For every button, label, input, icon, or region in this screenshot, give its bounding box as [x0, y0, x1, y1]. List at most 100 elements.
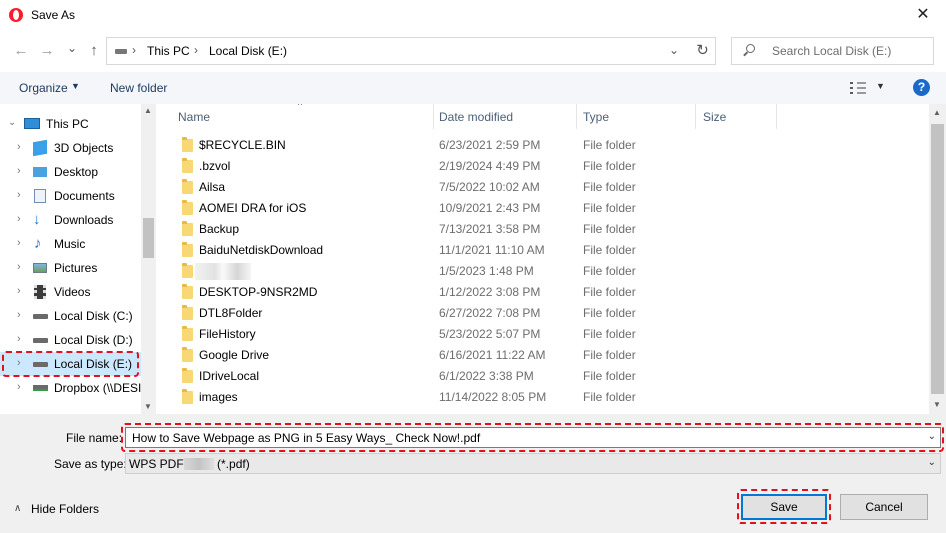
file-date-modified: 1/12/2022 3:08 PM — [439, 285, 541, 299]
file-row[interactable]: DESKTOP-9NSR2MD 1/12/2022 3:08 PM File fol… — [161, 282, 929, 303]
scroll-down-icon[interactable]: ▼ — [144, 402, 152, 411]
caret-down-icon[interactable]: ▼ — [876, 81, 885, 91]
help-icon[interactable]: ? — [913, 79, 930, 96]
file-row[interactable]: images 11/14/2022 8:05 PM File folder — [161, 387, 929, 408]
close-button[interactable]: ✕ — [900, 0, 946, 30]
tree-item-local-disk-c[interactable]: › Local Disk (C:) — [0, 304, 141, 328]
scroll-down-icon[interactable]: ▼ — [933, 400, 941, 409]
file-name-label: File name: — [66, 431, 123, 445]
caret-down-icon[interactable]: ▼ — [71, 81, 80, 91]
save-as-type-select[interactable]: WPS PDF (*.pdf) ⌄ — [125, 453, 941, 474]
tree-item-this-pc[interactable]: ⌄ This PC — [0, 112, 141, 136]
up-button[interactable]: ↑ — [83, 40, 105, 62]
file-row[interactable]: BaiduNetdiskDownload 11/1/2021 11:10 AM Fi… — [161, 240, 929, 261]
file-row[interactable]: .bzvol 2/19/2024 4:49 PM File folder — [161, 156, 929, 177]
back-button[interactable]: ← — [10, 40, 32, 62]
file-date-modified: 7/13/2021 3:58 PM — [439, 222, 541, 236]
search-input[interactable]: Search Local Disk (E:) — [731, 37, 934, 65]
pictures-icon — [33, 263, 47, 273]
address-bar[interactable]: › This PC › Local Disk (E:) ⌄ — [106, 37, 716, 65]
file-name-input[interactable]: How to Save Webpage as PNG in 5 Easy Way… — [125, 427, 941, 448]
chevron-right-icon[interactable]: › — [17, 237, 21, 249]
recent-locations-chevron-icon[interactable]: ⌄ — [61, 37, 83, 59]
file-date-modified: 6/16/2021 11:22 AM — [439, 348, 546, 362]
column-header-name[interactable]: Name — [178, 110, 210, 124]
chevron-down-icon[interactable]: ⌄ — [928, 431, 936, 442]
file-type: File folder — [583, 180, 636, 194]
tree-item-desktop[interactable]: › Desktop — [0, 160, 141, 184]
chevron-right-icon[interactable]: › — [17, 189, 21, 201]
tree-item-3d-objects[interactable]: › 3D Objects — [0, 136, 141, 160]
chevron-right-icon[interactable]: › — [17, 261, 21, 273]
music-note-icon: ♪ — [34, 235, 42, 252]
file-row[interactable]: Google Drive 6/16/2021 11:22 AM File folde… — [161, 345, 929, 366]
file-row[interactable]: Ailsa 7/5/2022 10:02 AM File folder — [161, 177, 929, 198]
address-dropdown-chevron-icon[interactable]: ⌄ — [669, 43, 679, 57]
file-type: File folder — [583, 243, 636, 257]
chevron-down-icon[interactable]: ⌄ — [928, 457, 936, 468]
file-row[interactable]: FileHistory 5/23/2022 5:07 PM File folder — [161, 324, 929, 345]
file-name: .bzvol — [199, 159, 231, 173]
file-date-modified: 10/9/2021 2:43 PM — [439, 201, 541, 215]
save-button[interactable]: Save — [741, 494, 827, 520]
file-row[interactable]: IDriveLocal 6/1/2022 3:38 PM File folder — [161, 366, 929, 387]
file-name-value[interactable]: How to Save Webpage as PNG in 5 Easy Way… — [132, 431, 480, 445]
view-details-icon[interactable] — [850, 82, 866, 94]
file-row[interactable]: $RECYCLE.BIN 6/23/2021 2:59 PM File folder — [161, 135, 929, 156]
nav-scrollbar[interactable]: ▲ ▼ — [141, 104, 156, 414]
breadcrumb-separator-icon: › — [132, 43, 136, 57]
file-list-scrollbar-thumb[interactable] — [931, 124, 944, 394]
chevron-right-icon[interactable]: › — [17, 333, 21, 345]
tree-item-music[interactable]: › ♪ Music — [0, 232, 141, 256]
file-row[interactable]: 1/5/2023 1:48 PM File folder — [161, 261, 929, 282]
file-type: File folder — [583, 390, 636, 404]
tree-item-local-disk-e[interactable]: › Local Disk (E:) — [0, 352, 141, 376]
tree-item-downloads[interactable]: › ↓ Downloads — [0, 208, 141, 232]
column-header-type[interactable]: Type — [583, 110, 609, 124]
organize-button[interactable]: Organize — [19, 81, 68, 95]
folder-icon — [182, 326, 193, 341]
chevron-right-icon[interactable]: › — [17, 141, 21, 153]
drive-icon — [33, 314, 48, 319]
tree-item-videos[interactable]: › Videos — [0, 280, 141, 304]
breadcrumb-this-pc[interactable]: This PC — [147, 44, 190, 58]
new-folder-button[interactable]: New folder — [110, 81, 167, 95]
tree-item-documents[interactable]: › Documents — [0, 184, 141, 208]
cancel-button[interactable]: Cancel — [840, 494, 928, 520]
hide-folders-button[interactable]: Hide Folders — [31, 502, 99, 516]
tree-item-pictures[interactable]: › Pictures — [0, 256, 141, 280]
file-name: DESKTOP-9NSR2MD — [199, 285, 318, 299]
column-header-date-modified[interactable]: Date modified — [439, 110, 513, 124]
chevron-down-icon[interactable]: ⌄ — [8, 117, 16, 128]
nav-scrollbar-thumb[interactable] — [143, 218, 154, 258]
file-date-modified: 1/5/2023 1:48 PM — [439, 264, 534, 278]
collapse-chevron-icon[interactable]: ∧ — [14, 503, 21, 514]
refresh-button[interactable]: ↻ — [690, 37, 716, 65]
file-type: File folder — [583, 369, 636, 383]
chevron-right-icon[interactable]: › — [17, 213, 21, 225]
column-header-size[interactable]: Size — [703, 110, 726, 124]
breadcrumb-local-disk-e[interactable]: Local Disk (E:) — [209, 44, 287, 58]
tree-label: Downloads — [54, 213, 114, 227]
file-row[interactable]: DTL8Folder 6/27/2022 7:08 PM File folder — [161, 303, 929, 324]
tree-item-local-disk-d[interactable]: › Local Disk (D:) — [0, 328, 141, 352]
file-date-modified: 5/23/2022 5:07 PM — [439, 327, 541, 341]
pc-icon — [24, 118, 40, 129]
tree-item-dropbox[interactable]: › Dropbox (\\DESI — [0, 376, 141, 400]
tree-label: Pictures — [54, 261, 98, 275]
file-name: $RECYCLE.BIN — [199, 138, 286, 152]
file-row[interactable]: AOMEI DRA for iOS 10/9/2021 2:43 PM File f… — [161, 198, 929, 219]
videos-film-icon — [34, 285, 46, 299]
tree-label: This PC — [46, 117, 89, 131]
file-row[interactable]: Backup 7/13/2021 3:58 PM File folder — [161, 219, 929, 240]
chevron-right-icon[interactable]: › — [17, 357, 21, 369]
chevron-right-icon[interactable]: › — [17, 381, 21, 393]
scroll-up-icon[interactable]: ▲ — [144, 106, 152, 115]
file-type: File folder — [583, 222, 636, 236]
chevron-right-icon[interactable]: › — [17, 165, 21, 177]
chevron-right-icon[interactable]: › — [17, 309, 21, 321]
tree-label: Local Disk (D:) — [54, 333, 133, 347]
chevron-right-icon[interactable]: › — [17, 285, 21, 297]
scroll-up-icon[interactable]: ▲ — [933, 108, 941, 117]
forward-button[interactable]: → — [36, 40, 58, 62]
